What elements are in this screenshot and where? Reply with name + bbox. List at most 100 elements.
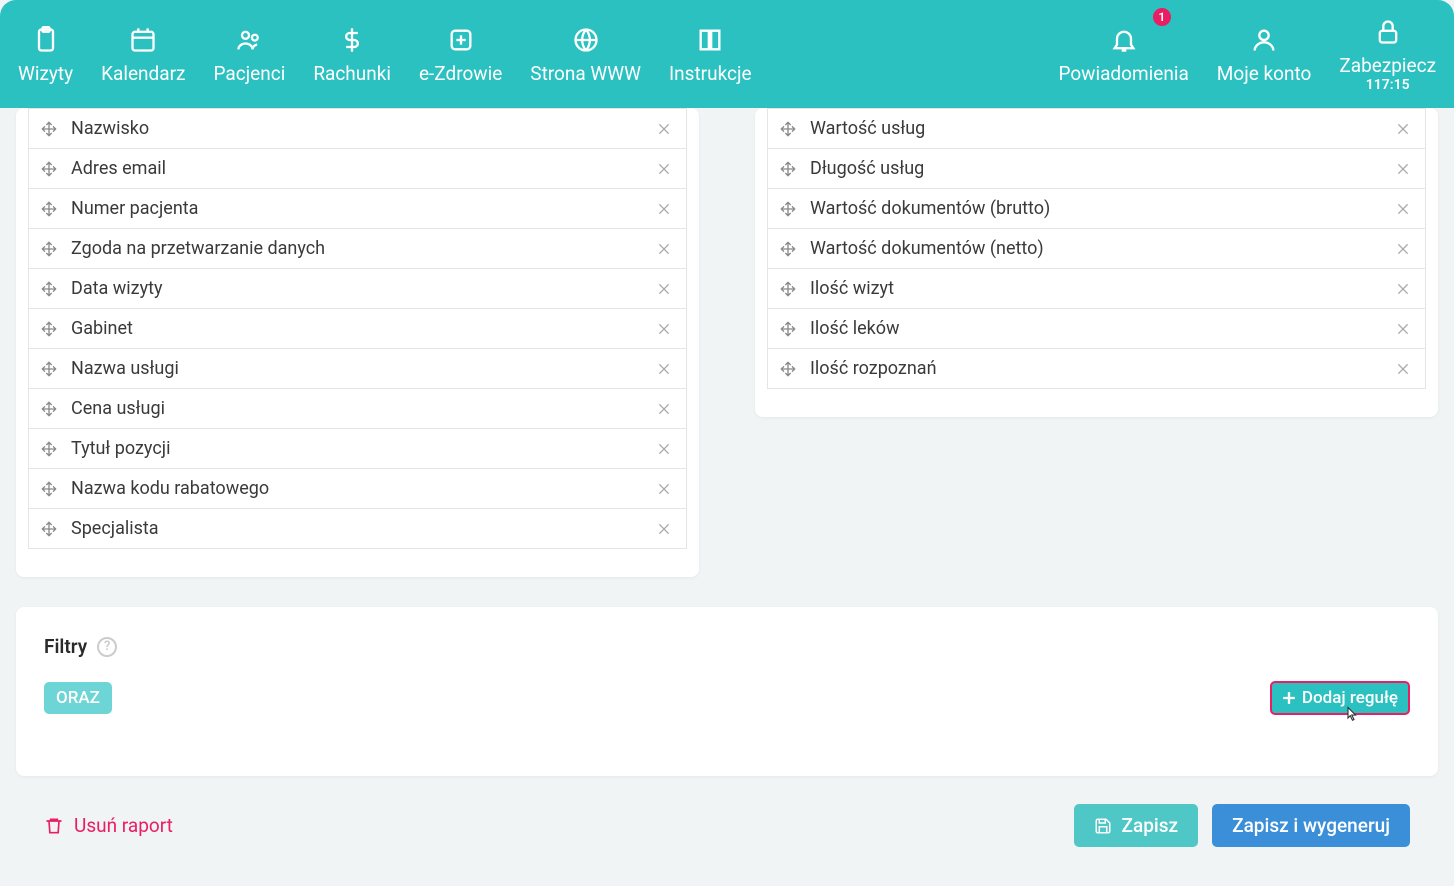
drag-icon <box>780 161 796 177</box>
drag-icon <box>780 321 796 337</box>
field-item[interactable]: Numer pacjenta <box>28 189 687 229</box>
remove-icon[interactable] <box>654 159 674 179</box>
field-item[interactable]: Wartość usług <box>767 108 1426 149</box>
field-label: Wartość dokumentów (brutto) <box>810 198 1393 219</box>
action-buttons-group: Zapisz Zapisz i wygeneruj <box>1074 804 1410 847</box>
main-content: Nazwisko Adres email Numer pacjenta Zgod… <box>0 108 1454 776</box>
drag-icon <box>780 241 796 257</box>
field-label: Numer pacjenta <box>71 198 654 219</box>
remove-icon[interactable] <box>1393 199 1413 219</box>
field-label: Wartość usług <box>810 118 1393 139</box>
field-label: Tytuł pozycji <box>71 438 654 459</box>
trash-icon <box>44 816 64 836</box>
field-item[interactable]: Adres email <box>28 149 687 189</box>
field-item[interactable]: Wartość dokumentów (brutto) <box>767 189 1426 229</box>
book-icon <box>694 24 726 56</box>
field-label: Ilość leków <box>810 318 1393 339</box>
field-label: Nazwa kodu rabatowego <box>71 478 654 499</box>
field-item[interactable]: Nazwa usługi <box>28 349 687 389</box>
remove-icon[interactable] <box>654 279 674 299</box>
field-item[interactable]: Cena usługi <box>28 389 687 429</box>
remove-icon[interactable] <box>654 399 674 419</box>
remove-icon[interactable] <box>654 319 674 339</box>
remove-icon[interactable] <box>1393 359 1413 379</box>
left-fields-panel: Nazwisko Adres email Numer pacjenta Zgod… <box>16 108 699 577</box>
nav-zabezpiecz[interactable]: Zabezpiecz 117:15 <box>1325 0 1450 108</box>
user-icon <box>1248 24 1280 56</box>
field-label: Gabinet <box>71 318 654 339</box>
users-icon <box>233 24 265 56</box>
nav-powiadomienia[interactable]: 1 Powiadomienia <box>1044 0 1202 108</box>
drag-icon <box>41 241 57 257</box>
add-rule-button[interactable]: Dodaj regułę <box>1270 681 1410 715</box>
nav-wizyty[interactable]: Wizyty <box>4 0 87 108</box>
nav-label: Kalendarz <box>101 62 185 85</box>
nav-left-group: Wizyty Kalendarz Pacjenci Rachunki e-Zdr… <box>4 0 766 108</box>
nav-moje-konto[interactable]: Moje konto <box>1203 0 1326 108</box>
remove-icon[interactable] <box>654 519 674 539</box>
remove-icon[interactable] <box>654 479 674 499</box>
remove-icon[interactable] <box>654 359 674 379</box>
remove-icon[interactable] <box>1393 119 1413 139</box>
security-timer: 117:15 <box>1366 77 1410 93</box>
field-item[interactable]: Gabinet <box>28 309 687 349</box>
field-item[interactable]: Tytuł pozycji <box>28 429 687 469</box>
field-label: Długość usług <box>810 158 1393 179</box>
nav-label: Rachunki <box>313 62 391 85</box>
drag-icon <box>41 161 57 177</box>
drag-icon <box>780 281 796 297</box>
nav-strona-www[interactable]: Strona WWW <box>516 0 655 108</box>
lock-icon <box>1372 16 1404 48</box>
field-item[interactable]: Specjalista <box>28 509 687 549</box>
field-item[interactable]: Ilość leków <box>767 309 1426 349</box>
filters-header: Filtry ? <box>44 635 1410 658</box>
save-generate-button[interactable]: Zapisz i wygeneruj <box>1212 804 1410 847</box>
field-item[interactable]: Długość usług <box>767 149 1426 189</box>
delete-report-button[interactable]: Usuń raport <box>44 814 173 837</box>
field-item[interactable]: Nazwa kodu rabatowego <box>28 469 687 509</box>
nav-label: Pacjenci <box>213 62 285 85</box>
left-column: Nazwisko Adres email Numer pacjenta Zgod… <box>16 108 699 577</box>
nav-pacjenci[interactable]: Pacjenci <box>199 0 299 108</box>
remove-icon[interactable] <box>1393 239 1413 259</box>
field-item[interactable]: Wartość dokumentów (netto) <box>767 229 1426 269</box>
top-navigation: Wizyty Kalendarz Pacjenci Rachunki e-Zdr… <box>0 0 1454 108</box>
field-item[interactable]: Zgoda na przetwarzanie danych <box>28 229 687 269</box>
remove-icon[interactable] <box>1393 279 1413 299</box>
nav-label: Moje konto <box>1217 62 1312 85</box>
nav-ezdrowie[interactable]: e-Zdrowie <box>405 0 516 108</box>
nav-label: Zabezpiecz <box>1339 54 1436 77</box>
drag-icon <box>41 121 57 137</box>
drag-icon <box>41 401 57 417</box>
drag-icon <box>41 281 57 297</box>
nav-kalendarz[interactable]: Kalendarz <box>87 0 199 108</box>
remove-icon[interactable] <box>654 439 674 459</box>
save-label: Zapisz <box>1122 814 1179 837</box>
save-button[interactable]: Zapisz <box>1074 804 1199 847</box>
field-item[interactable]: Ilość rozpoznań <box>767 349 1426 389</box>
drag-icon <box>780 201 796 217</box>
drag-icon <box>41 321 57 337</box>
nav-label: Strona WWW <box>530 62 641 85</box>
remove-icon[interactable] <box>1393 319 1413 339</box>
columns-container: Nazwisko Adres email Numer pacjenta Zgod… <box>16 108 1438 577</box>
calendar-icon <box>127 24 159 56</box>
drag-icon <box>780 121 796 137</box>
remove-icon[interactable] <box>654 119 674 139</box>
nav-rachunki[interactable]: Rachunki <box>299 0 405 108</box>
remove-icon[interactable] <box>1393 159 1413 179</box>
field-item[interactable]: Ilość wizyt <box>767 269 1426 309</box>
health-icon <box>445 24 477 56</box>
remove-icon[interactable] <box>654 199 674 219</box>
right-column: Wartość usług Długość usług Wartość doku… <box>755 108 1438 577</box>
help-icon[interactable]: ? <box>97 637 117 657</box>
field-item[interactable]: Nazwisko <box>28 108 687 149</box>
field-item[interactable]: Data wizyty <box>28 269 687 309</box>
remove-icon[interactable] <box>654 239 674 259</box>
oraz-button[interactable]: ORAZ <box>44 682 112 714</box>
drag-icon <box>780 361 796 377</box>
field-label: Wartość dokumentów (netto) <box>810 238 1393 259</box>
nav-instrukcje[interactable]: Instrukcje <box>655 0 766 108</box>
dollar-icon <box>336 24 368 56</box>
drag-icon <box>41 521 57 537</box>
